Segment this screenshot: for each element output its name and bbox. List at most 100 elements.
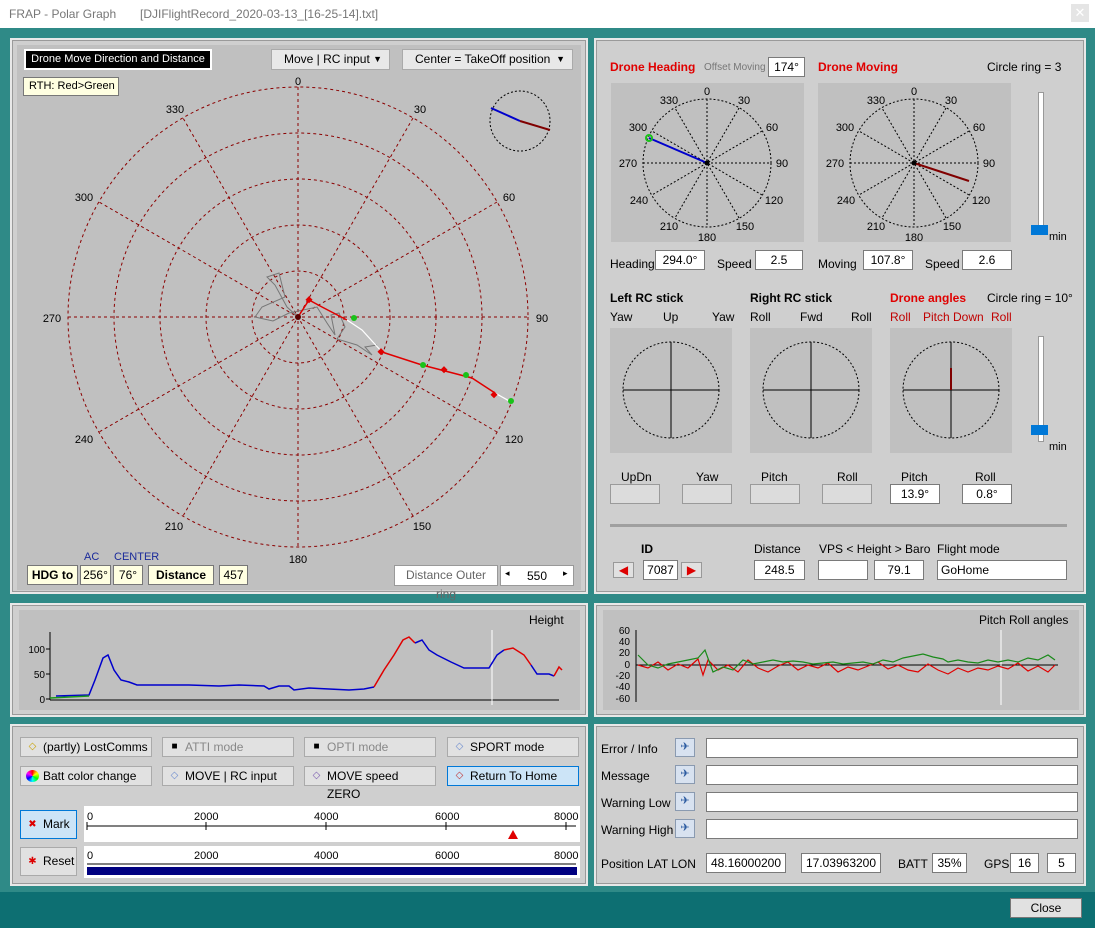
svg-text:210: 210 [660,221,678,233]
distance-label-right: Distance [754,542,801,556]
rth-button[interactable]: ◇ Return To Home [447,766,579,786]
pitch-rc-value [750,484,800,504]
reset-button[interactable]: ✱ Reset [20,847,77,876]
svg-text:-60: -60 [616,694,631,705]
polar-angle-150: 150 [413,521,431,533]
opti-mode-button[interactable]: ■ OPTI mode [304,737,436,757]
svg-text:-40: -40 [616,682,631,693]
polar-angle-210: 210 [165,521,183,533]
speed2-value: 2.6 [962,250,1012,270]
lostcomms-button[interactable]: ◇ (partly) LostComms [20,737,152,757]
arrow-left-icon[interactable]: ◂ [505,568,510,579]
vps-label: VPS < Height > Baro [819,542,931,556]
moving-label: Moving [818,257,857,271]
center-value: 76° [113,565,143,585]
next-arrow-icon[interactable]: ▶ [681,562,702,578]
prev-arrow-icon[interactable]: ◀ [613,562,634,578]
speed-value: 2.5 [755,250,803,270]
roll-angle-value: 0.8° [962,484,1012,504]
distance-value: 457 [219,565,248,585]
bug-icon: ✱ [28,856,37,867]
tag-icon: ◇ [170,770,179,781]
close-icon[interactable]: ✕ [1071,4,1089,22]
sport-mode-button[interactable]: ◇ SPORT mode [447,737,579,757]
svg-text:0: 0 [704,86,710,98]
mark-ruler[interactable]: 0 2000 4000 6000 8000 [84,806,580,842]
warning-low-field[interactable] [706,792,1078,812]
svg-text:90: 90 [983,158,995,170]
lon-value: 17.03963200 [801,853,881,873]
separator [610,524,1067,527]
roll-rc-value [822,484,872,504]
atti-mode-button[interactable]: ■ ATTI mode [162,737,294,757]
svg-text:0: 0 [87,850,93,862]
tag-icon: ◇ [28,741,37,752]
tag-icon: ◇ [455,741,464,752]
chevron-down-icon: ▼ [373,54,382,64]
warning-high-field[interactable] [706,819,1078,839]
heading-value: 294.0° [655,250,705,270]
svg-text:6000: 6000 [435,850,459,862]
angles-roll2: Roll [991,310,1012,324]
warning-low-action-icon[interactable]: ✈ [675,792,695,811]
svg-text:90: 90 [776,158,788,170]
pitch-roll-chart: Pitch Roll angles 60 40 20 0 -20 -40 -60 [603,610,1079,710]
flight-mode-label: Flight mode [937,542,1000,556]
speed2-label: Speed [925,257,960,271]
cross-icon: ✖ [28,819,37,830]
move-dropdown[interactable]: Move | RC input ▼ [271,49,390,70]
drone-heading-title: Drone Heading [610,60,696,74]
svg-text:-20: -20 [616,671,631,682]
yaw-value [682,484,732,504]
circle-ring-slider-thumb[interactable] [1031,225,1048,235]
svg-text:300: 300 [629,122,647,134]
polar-graph: 0 30 60 90 120 150 180 210 240 270 300 3… [43,76,551,566]
file-title: [DJIFlightRecord_2020-03-13_[16-25-14].t… [140,7,379,21]
move-rc-button[interactable]: ◇ MOVE | RC input [162,766,294,786]
svg-text:30: 30 [738,95,750,107]
svg-text:2000: 2000 [194,850,218,862]
svg-text:270: 270 [619,158,637,170]
reset-ruler[interactable]: 0 2000 4000 6000 8000 [84,846,580,878]
outer-ring-value: 550 [527,569,548,583]
svg-text:100: 100 [28,645,45,656]
message-label: Message [601,769,650,783]
drone-angles-display [890,328,1012,453]
center-dropdown[interactable]: Center = TakeOff position ▼ [402,49,573,70]
angles-ring-slider-thumb[interactable] [1031,425,1048,435]
left-rc-yaw: Yaw [610,310,633,324]
color-wheel-icon [26,770,39,782]
height-chart-title: Height [529,613,564,627]
warning-high-action-icon[interactable]: ✈ [675,819,695,838]
arrow-right-icon[interactable]: ▸ [563,568,568,579]
offset-label: Offset Moving [704,62,766,73]
right-rc-roll: Roll [750,310,771,324]
rth-legend: RTH: Red>Green [23,77,119,96]
message-field[interactable] [706,765,1078,785]
batt-color-button[interactable]: Batt color change [20,766,152,786]
speed-label: Speed [717,257,752,271]
move-speed-zero-button[interactable]: ◇ MOVE speed ZERO [304,766,436,801]
polar-angle-240: 240 [75,434,93,446]
error-action-icon[interactable]: ✈ [675,738,695,757]
close-button[interactable]: Close [1010,898,1082,918]
polar-angle-300: 300 [75,192,93,204]
svg-text:8000: 8000 [554,811,578,823]
outer-ring-label: Distance Outer ring [394,565,498,601]
gps-label: GPS [984,857,1010,871]
mark-button[interactable]: ✖ Mark [20,810,77,839]
svg-text:6000: 6000 [435,811,459,823]
pitch-angle-value: 13.9° [890,484,940,504]
svg-text:270: 270 [826,158,844,170]
app-title: FRAP - Polar Graph [9,7,117,21]
error-info-field[interactable] [706,738,1078,758]
outer-ring-stepper[interactable]: ◂ 550 ▸ [500,565,574,586]
right-rc-title: Right RC stick [750,291,833,305]
roll-label: Roll [837,470,858,484]
polar-title-label: Drone Move Direction and Distance [24,49,212,70]
message-action-icon[interactable]: ✈ [675,765,695,784]
right-rc-stick-display [750,328,872,453]
circle-ring-slider-track[interactable] [1038,92,1044,232]
left-rc-stick-display [610,328,732,453]
warning-high-label: Warning High [601,823,674,837]
